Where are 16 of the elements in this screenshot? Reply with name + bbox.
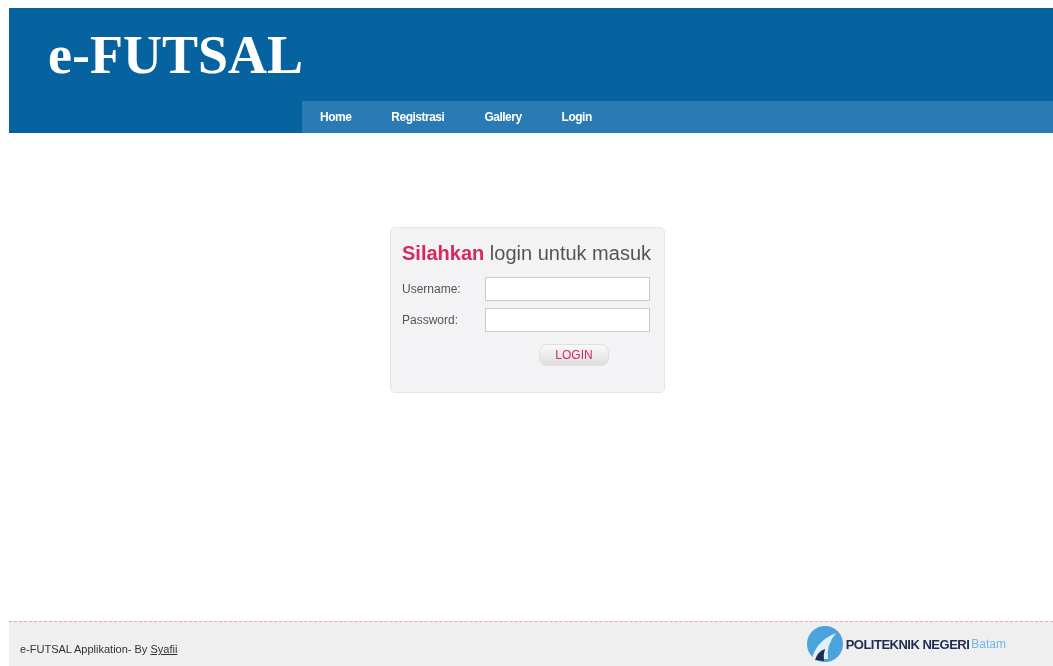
nav-link[interactable]: Login bbox=[561, 110, 592, 124]
nav-link[interactable]: Home bbox=[320, 110, 352, 124]
nav-link[interactable]: Registrasi bbox=[391, 110, 445, 124]
site-logo: e-FUTSAL bbox=[48, 28, 303, 82]
nav-link[interactable]: Gallery bbox=[484, 110, 522, 124]
emblem-icon bbox=[805, 625, 844, 663]
input-field[interactable] bbox=[485, 308, 650, 332]
input-field[interactable] bbox=[485, 277, 650, 301]
brand-city: Batam bbox=[971, 637, 1006, 651]
field-label: Password: bbox=[402, 313, 460, 327]
login-button[interactable]: LOGIN bbox=[539, 344, 609, 366]
brand-name: POLITEKNIK NEGERI bbox=[845, 636, 970, 652]
login-heading: Silahkan login untuk masuk bbox=[402, 242, 653, 265]
author-link[interactable]: Syafii bbox=[150, 643, 178, 655]
credit-text: e-FUTSAL Applikation- By Syafii bbox=[20, 643, 178, 655]
field-label: Username: bbox=[402, 282, 462, 296]
